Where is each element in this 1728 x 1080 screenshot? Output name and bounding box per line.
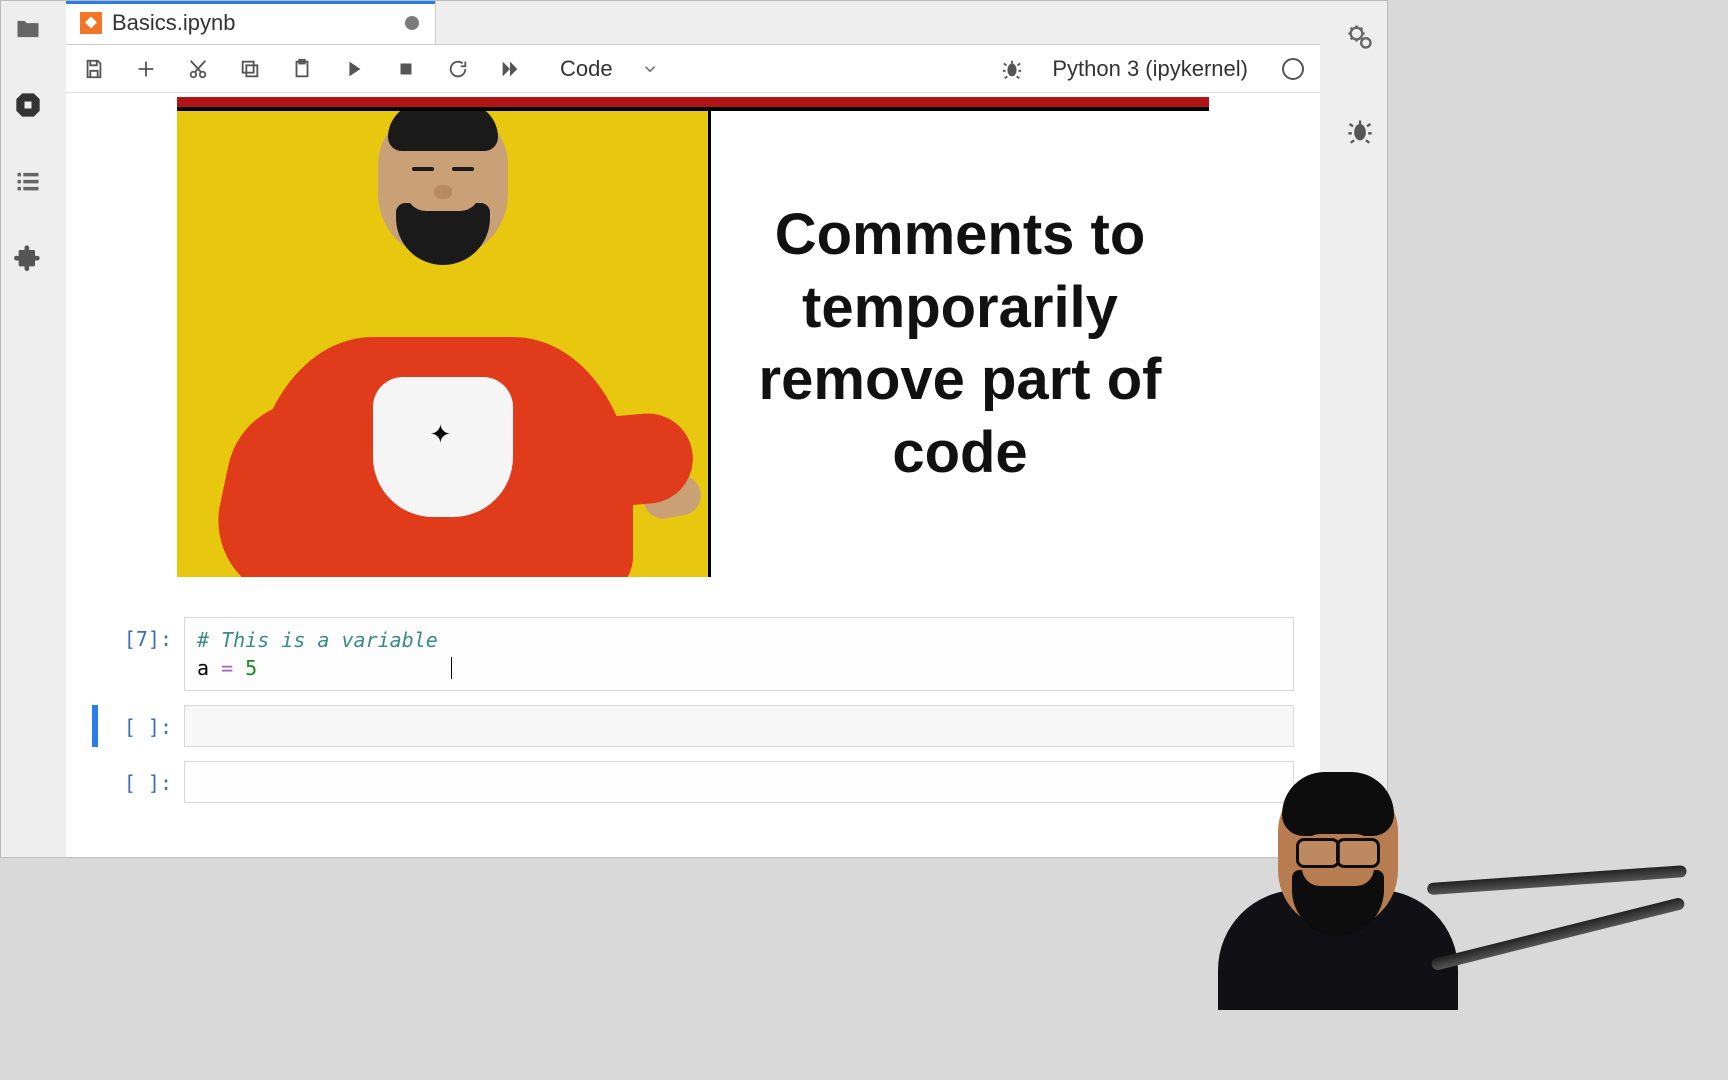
run-button[interactable]	[342, 57, 366, 81]
copy-button[interactable]	[238, 57, 262, 81]
code-cell[interactable]: [ ]:	[66, 761, 1320, 817]
paste-button[interactable]	[290, 57, 314, 81]
meme-caption: Comments to temporarily remove part of c…	[741, 199, 1179, 489]
running-kernels-icon[interactable]	[10, 87, 46, 123]
celltype-label: Code	[560, 56, 613, 82]
main-area: Basics.ipynb	[66, 1, 1320, 857]
notebook-tab[interactable]: Basics.ipynb	[66, 1, 436, 44]
cut-button[interactable]	[186, 57, 210, 81]
property-inspector-icon[interactable]	[1342, 19, 1378, 55]
extensions-icon[interactable]	[10, 239, 46, 275]
toc-icon[interactable]	[10, 163, 46, 199]
cell-editor[interactable]: # This is a variable a = 5	[184, 617, 1294, 691]
notebook-icon	[80, 12, 102, 34]
celltype-select[interactable]: Code	[560, 56, 659, 82]
save-button[interactable]	[82, 57, 106, 81]
restart-button[interactable]	[446, 57, 470, 81]
cell-prompt: [7]:	[98, 617, 184, 651]
jupyterlab-window: Basics.ipynb	[0, 0, 1388, 858]
code-cell[interactable]: [ ]:	[66, 705, 1320, 761]
unsaved-dot-icon	[405, 16, 419, 30]
notebook-body[interactable]: Comments to temporarily remove part of c…	[66, 93, 1320, 857]
chevron-down-icon	[641, 60, 659, 78]
cell-editor[interactable]	[184, 761, 1294, 803]
notebook-toolbar: Code Python 3 (ipykernel)	[66, 45, 1320, 93]
tab-title: Basics.ipynb	[112, 10, 236, 36]
cell-prompt: [ ]:	[98, 705, 184, 739]
kernel-name[interactable]: Python 3 (ipykernel)	[1052, 56, 1248, 82]
restart-run-all-button[interactable]	[498, 57, 522, 81]
kernel-status-icon[interactable]	[1282, 58, 1304, 80]
cell-editor[interactable]	[184, 705, 1294, 747]
activity-bar	[1, 1, 55, 857]
presenter-webcam	[1198, 700, 1468, 970]
cell-prompt: [ ]:	[98, 761, 184, 795]
folder-icon[interactable]	[10, 11, 46, 47]
meme-output: Comments to temporarily remove part of c…	[177, 97, 1209, 577]
text-cursor	[451, 657, 452, 679]
debugger-icon[interactable]	[1000, 57, 1024, 81]
insert-cell-button[interactable]	[134, 57, 158, 81]
interrupt-button[interactable]	[394, 57, 418, 81]
meme-image	[177, 111, 711, 577]
debugger-panel-icon[interactable]	[1342, 113, 1378, 149]
code-cell[interactable]: [7]: # This is a variable a = 5	[66, 617, 1320, 705]
tab-bar: Basics.ipynb	[66, 1, 1320, 45]
